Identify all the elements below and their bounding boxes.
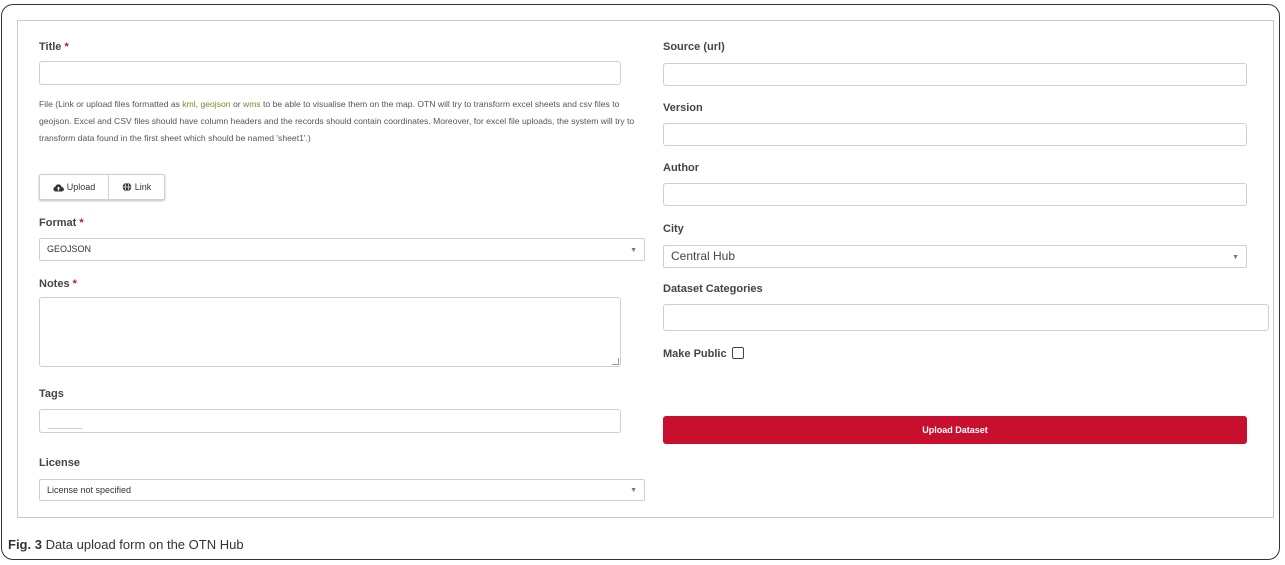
tags-label-text: Tags [39,388,64,400]
geojson-link[interactable]: geojson [200,99,230,109]
figure-number: Fig. 3 [8,537,42,552]
wms-link[interactable]: wms [243,99,261,109]
format-label: Format * [39,217,84,229]
license-label: License [39,457,80,469]
city-label: City [663,223,684,235]
kml-link[interactable]: kml [182,99,195,109]
version-label: Version [663,102,703,114]
make-public-checkbox[interactable] [732,347,744,359]
city-label-text: City [663,223,684,235]
notes-wrapper [39,297,621,367]
version-input[interactable] [663,123,1247,146]
tags-input-token [48,428,82,429]
link-button-label: Link [134,182,152,192]
required-mark: * [79,217,84,229]
format-label-text: Format [39,217,77,229]
source-url-input[interactable] [663,63,1247,86]
notes-textarea[interactable] [39,297,621,367]
upload-button-label: Upload [66,182,96,192]
source-label: Source (url) [663,41,725,53]
city-select-value: Central Hub [671,249,736,263]
city-select[interactable]: Central Hub ▼ [663,245,1247,268]
categories-label-text: Dataset Categories [663,283,763,295]
license-select-value: License not specified [47,485,132,495]
notes-label-text: Notes [39,278,70,290]
upload-button[interactable]: Upload [40,175,109,199]
required-mark: * [72,278,77,290]
file-help-text: File (Link or upload files formatted as … [39,96,637,147]
author-input[interactable] [663,183,1247,206]
required-mark: * [64,41,69,53]
author-label: Author [663,162,699,174]
tags-label: Tags [39,388,64,400]
notes-label: Notes * [39,278,77,290]
license-select[interactable]: License not specified ▼ [39,479,645,501]
link-button[interactable]: Link [109,175,164,199]
dataset-categories-input[interactable] [663,304,1269,331]
tags-input[interactable] [39,409,621,433]
title-input[interactable] [39,61,621,85]
title-label: Title * [39,41,69,53]
format-select[interactable]: GEOJSON ▼ [39,238,645,261]
help-text-separator: or [230,99,243,109]
categories-label: Dataset Categories [663,283,763,295]
author-label-text: Author [663,162,700,174]
upload-form: Title * File (Link or upload files forma… [17,20,1274,518]
make-public-label-text: Make Public [663,348,727,360]
upload-dataset-button[interactable]: Upload Dataset [663,416,1247,444]
caret-down-icon: ▼ [1232,254,1239,261]
source-label-text: Source (url) [663,41,725,53]
make-public-label: Make Public [663,348,727,360]
file-source-toggle: Upload Link [39,174,165,200]
format-select-value: GEOJSON [47,244,92,254]
version-label-text: Version [663,102,703,114]
resize-handle[interactable] [612,358,619,365]
license-label-text: License [39,457,80,469]
cloud-upload-icon [53,183,64,192]
globe-icon [122,182,132,192]
figure-caption: Fig. 3 Data upload form on the OTN Hub [8,537,244,552]
title-label-text: Title [39,41,62,53]
caret-down-icon: ▼ [630,247,637,254]
figure-caption-text: Data upload form on the OTN Hub [41,537,244,552]
caret-down-icon: ▼ [630,487,637,494]
help-text-part: File (Link or upload files formatted as [39,99,183,109]
